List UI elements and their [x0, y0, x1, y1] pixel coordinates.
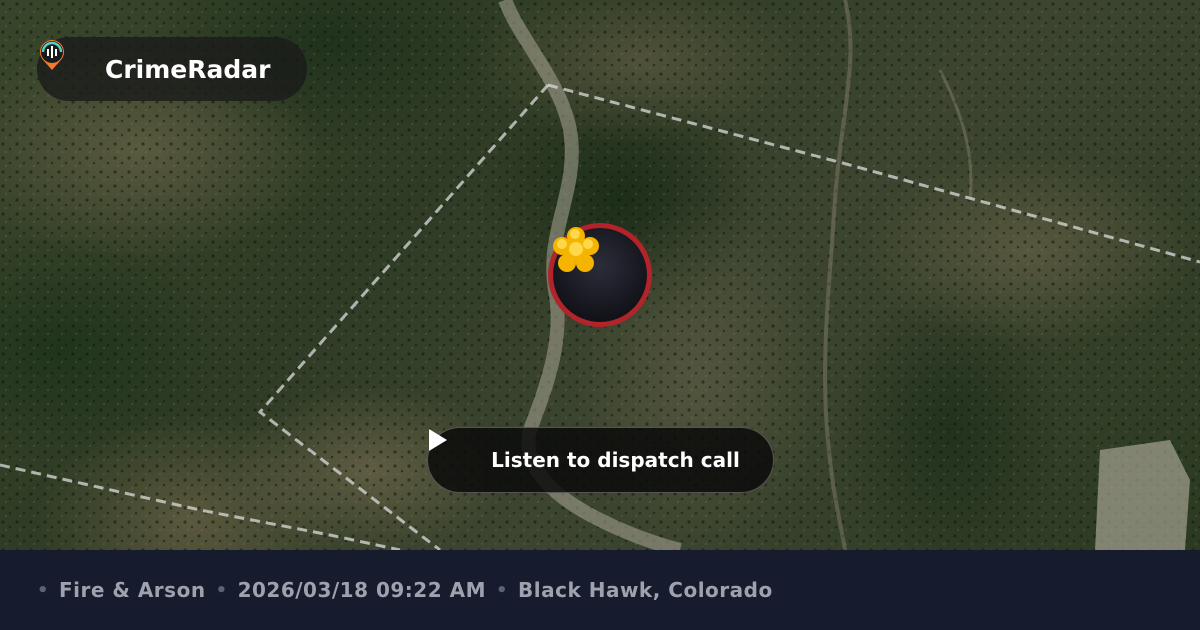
incident-location: Black Hawk, Colorado	[518, 578, 773, 602]
brand-badge[interactable]: CrimeRadar	[37, 37, 307, 101]
brand-name: CrimeRadar	[105, 54, 271, 84]
separator-dot: •	[495, 579, 508, 601]
incident-marker[interactable]	[548, 223, 652, 327]
incident-category: Fire & Arson	[59, 578, 206, 602]
radar-pin-icon	[40, 40, 85, 86]
satellite-map[interactable]: CrimeRadar Listen to dispatch call	[0, 0, 1200, 550]
incident-datetime: 2026/03/18 09:22 AM	[237, 578, 486, 602]
play-icon	[429, 429, 481, 472]
separator-dot: •	[215, 579, 228, 601]
dispatch-label: Listen to dispatch call	[491, 448, 740, 472]
incident-info-bar: • Fire & Arson • 2026/03/18 09:22 AM • B…	[0, 550, 1200, 630]
listen-dispatch-button[interactable]: Listen to dispatch call	[427, 427, 774, 493]
separator-dot: •	[37, 579, 50, 601]
